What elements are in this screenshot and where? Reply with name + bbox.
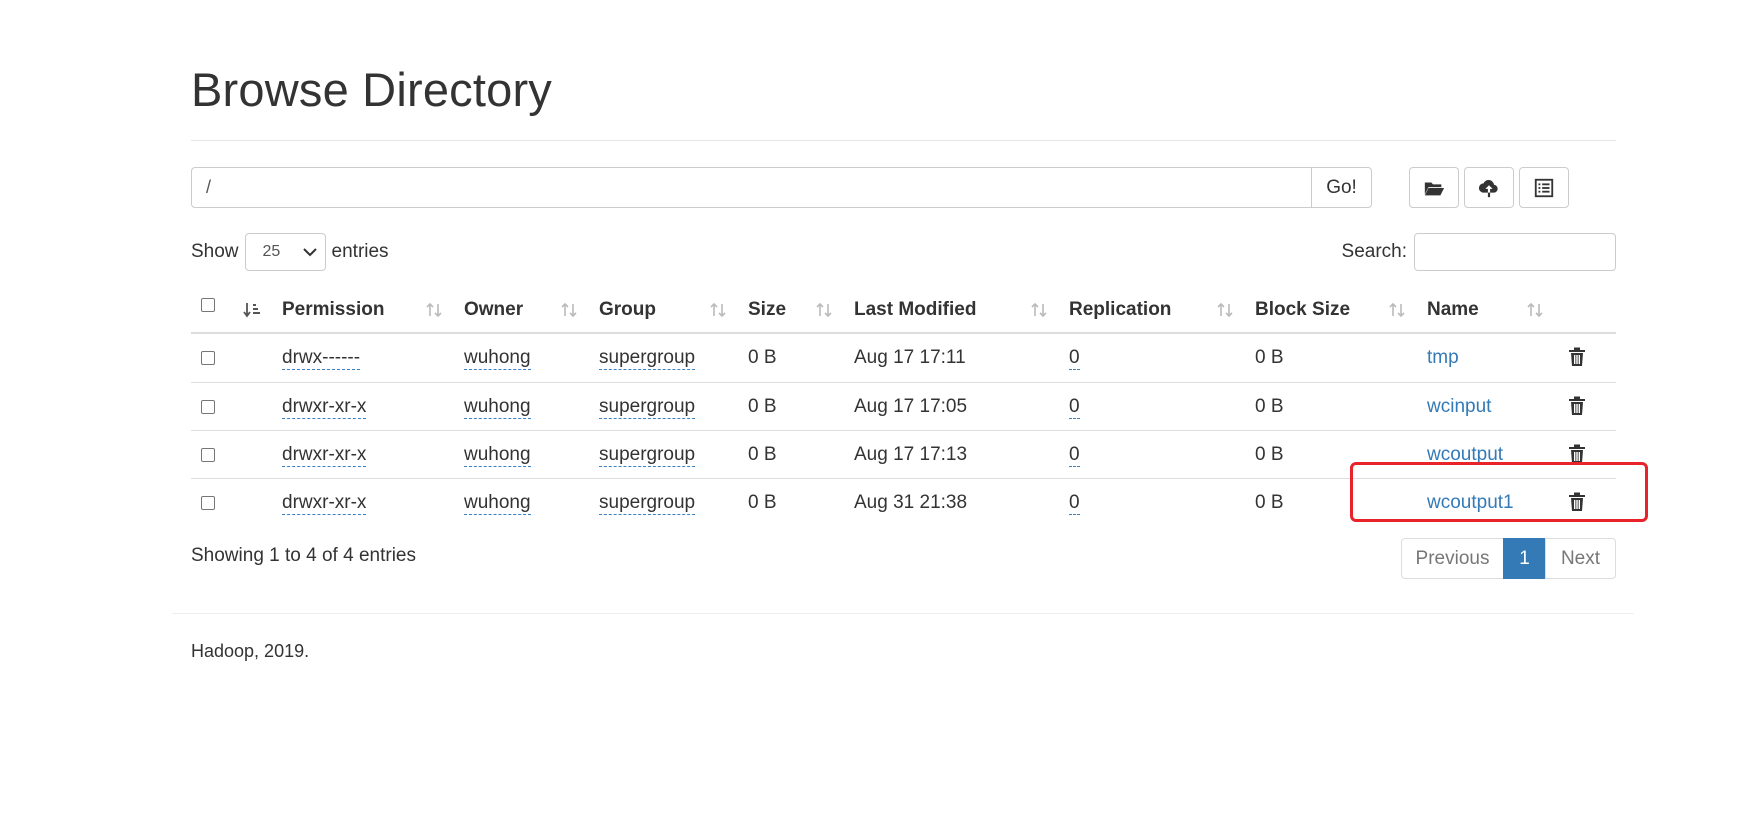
row-checkbox[interactable]: [201, 351, 215, 365]
list-alt-icon: [1534, 178, 1554, 197]
footer-text: Hadoop, 2019.: [191, 641, 310, 661]
sort-icon[interactable]: [1030, 301, 1048, 319]
red-highlight-box: [1350, 462, 1648, 522]
permission-value[interactable]: drwxr-xr-x: [282, 396, 367, 419]
entries-select-value: 25: [262, 243, 281, 260]
size-value: 0 B: [748, 492, 777, 513]
trash-icon[interactable]: [1568, 444, 1586, 464]
row-checkbox[interactable]: [201, 496, 215, 510]
entries-length-control: Show 25 entries: [191, 233, 389, 271]
last-modified-value: Aug 17 17:13: [854, 444, 968, 465]
owner-value[interactable]: wuhong: [464, 347, 531, 370]
upload-files-button[interactable]: [1464, 167, 1514, 208]
owner-value[interactable]: wuhong: [464, 492, 531, 515]
sort-icon[interactable]: [815, 301, 833, 319]
column-header-group[interactable]: Group: [599, 290, 656, 332]
name-link[interactable]: wcinput: [1427, 396, 1491, 417]
column-header-permission[interactable]: Permission: [282, 290, 384, 332]
column-header-name[interactable]: Name: [1427, 290, 1479, 332]
permission-value[interactable]: drwxr-xr-x: [282, 444, 367, 467]
replication-value[interactable]: 0: [1069, 492, 1080, 515]
replication-value[interactable]: 0: [1069, 347, 1080, 370]
sort-amount-icon[interactable]: [243, 301, 261, 319]
row-checkbox[interactable]: [201, 400, 215, 414]
block-size-value: 0 B: [1255, 396, 1284, 417]
sort-icon[interactable]: [1216, 301, 1234, 319]
create-directory-button[interactable]: [1409, 167, 1459, 208]
column-header-block-size[interactable]: Block Size: [1255, 290, 1350, 332]
select-all-checkbox[interactable]: [201, 298, 215, 312]
search-input[interactable]: [1414, 233, 1616, 271]
show-label: Show: [191, 241, 239, 262]
entries-label: entries: [331, 241, 389, 262]
owner-value[interactable]: wuhong: [464, 396, 531, 419]
permission-value[interactable]: drwxr-xr-x: [282, 492, 367, 515]
entries-select[interactable]: 25: [244, 233, 326, 271]
last-modified-value: Aug 17 17:05: [854, 396, 968, 417]
cloud-upload-icon: [1478, 179, 1498, 197]
table-row: drwx------ wuhong supergroup 0 B Aug 17 …: [191, 334, 1616, 382]
table-info: Showing 1 to 4 of 4 entries: [191, 545, 416, 566]
owner-value[interactable]: wuhong: [464, 444, 531, 467]
page-1-button[interactable]: 1: [1503, 538, 1546, 579]
sort-icon[interactable]: [709, 301, 727, 319]
trash-icon[interactable]: [1568, 396, 1586, 416]
sort-icon[interactable]: [425, 301, 443, 319]
table-header: Permission Owner Group Size Last Modifie…: [191, 290, 1616, 334]
group-value[interactable]: supergroup: [599, 444, 696, 467]
path-bar: Go!: [191, 167, 1372, 208]
size-value: 0 B: [748, 347, 777, 368]
column-header-last-modified[interactable]: Last Modified: [854, 290, 976, 332]
directory-path-input[interactable]: [191, 167, 1311, 208]
table-search: Search:: [1342, 233, 1616, 271]
size-value: 0 B: [748, 396, 777, 417]
last-modified-value: Aug 31 21:38: [854, 492, 968, 513]
sort-icon[interactable]: [560, 301, 578, 319]
row-checkbox[interactable]: [201, 448, 215, 462]
pagination: Previous 1 Next: [1401, 538, 1616, 579]
block-size-value: 0 B: [1255, 347, 1284, 368]
replication-value[interactable]: 0: [1069, 396, 1080, 419]
size-value: 0 B: [748, 444, 777, 465]
go-button[interactable]: Go!: [1311, 167, 1372, 208]
group-value[interactable]: supergroup: [599, 347, 696, 370]
last-modified-value: Aug 17 17:11: [854, 347, 966, 368]
group-value[interactable]: supergroup: [599, 492, 696, 515]
block-size-value: 0 B: [1255, 492, 1284, 513]
search-label: Search:: [1341, 241, 1407, 262]
page-title: Browse Directory: [191, 63, 553, 116]
group-value[interactable]: supergroup: [599, 396, 696, 419]
footer-divider: [172, 613, 1634, 614]
table-row: drwxr-xr-x wuhong supergroup 0 B Aug 17 …: [191, 382, 1616, 430]
previous-page-button[interactable]: Previous: [1401, 538, 1504, 579]
sort-icon[interactable]: [1388, 301, 1406, 319]
next-page-button[interactable]: Next: [1545, 538, 1616, 579]
column-header-size[interactable]: Size: [748, 290, 786, 332]
chevron-down-icon: [302, 248, 317, 257]
utilities-button[interactable]: [1519, 167, 1569, 208]
folder-open-icon: [1424, 182, 1445, 195]
permission-value[interactable]: drwx------: [282, 347, 361, 370]
replication-value[interactable]: 0: [1069, 444, 1080, 467]
title-divider: [191, 140, 1616, 141]
block-size-value: 0 B: [1255, 444, 1284, 465]
sort-icon[interactable]: [1526, 301, 1544, 319]
trash-icon[interactable]: [1568, 347, 1586, 367]
name-link[interactable]: tmp: [1427, 347, 1459, 368]
column-header-owner[interactable]: Owner: [464, 290, 523, 332]
column-header-replication[interactable]: Replication: [1069, 290, 1171, 332]
